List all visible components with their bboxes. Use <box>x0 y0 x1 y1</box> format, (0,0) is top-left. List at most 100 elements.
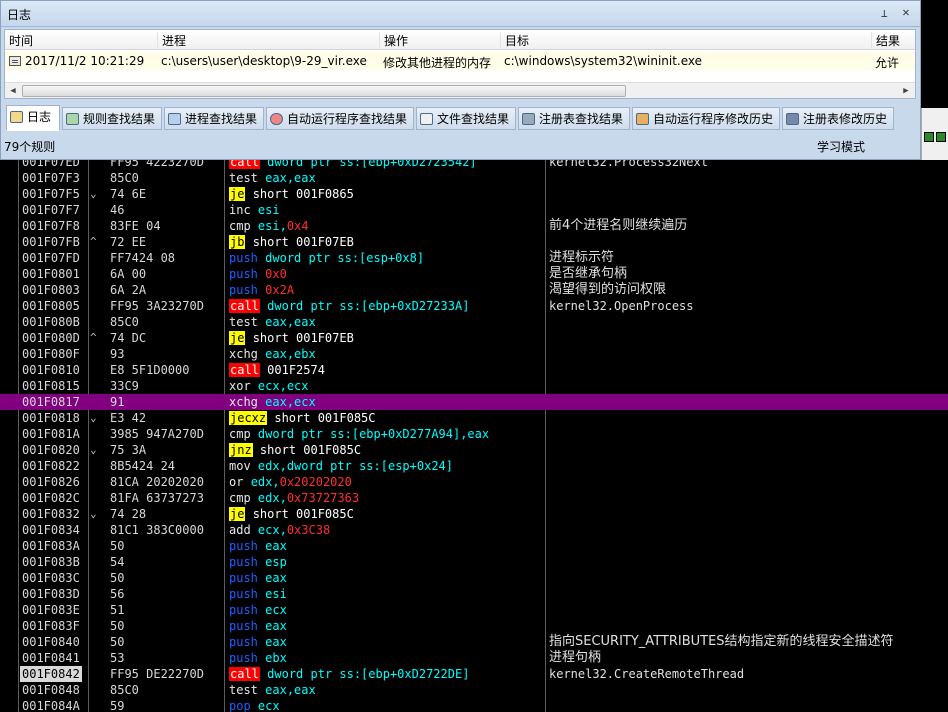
disasm-row[interactable]: 001F080B 85C0 test eax,eax <box>0 314 948 330</box>
disasm-row[interactable]: 001F07F3 85C0 test eax,eax <box>0 170 948 186</box>
scrollbar-thumb[interactable] <box>22 85 626 97</box>
tab-autorun-results[interactable]: 自动运行程序查找结果 <box>266 107 414 130</box>
column-header-time[interactable]: 时间 <box>5 32 33 48</box>
instruction-address: 001F07FB <box>22 235 80 249</box>
disasm-row[interactable]: 001F07FD FF7424 08 push dword ptr ss:[esp+… <box>0 250 948 266</box>
disasm-row[interactable]: 001F0801 6A 00 push 0x0 是否继承句柄 <box>0 266 948 282</box>
file-icon <box>420 113 433 125</box>
disasm-row[interactable]: 001F083A 50 push eax <box>0 538 948 554</box>
tab-label: 文件查找结果 <box>437 112 510 126</box>
log-row[interactable]: 2017/11/2 10:21:29 c:\users\user\desktop… <box>5 52 915 70</box>
disasm-row[interactable]: 001F07F5 ⌄ 74 6E je short 001F0865 <box>0 186 948 202</box>
instruction-address: 001F0832 <box>22 507 80 521</box>
scroll-left-icon[interactable]: ◀ <box>5 83 21 99</box>
disasm-row[interactable]: 001F0832 ⌄ 74 28 je short 001F085C <box>0 506 948 522</box>
log-window-titlebar[interactable]: 日志 ⊥ ✕ <box>1 1 920 27</box>
operands: edx,dword ptr ss:[esp+0x24] <box>258 459 453 473</box>
opcode-bytes: 3985 947A270D <box>110 427 204 441</box>
opcode-bytes: 59 <box>110 699 125 712</box>
tab-process-results[interactable]: 进程查找结果 <box>164 107 264 130</box>
column-header-process[interactable]: 进程 <box>157 32 186 48</box>
disasm-row[interactable]: 001F080D ^ 74 DC je short 001F07EB <box>0 330 948 346</box>
disasm-row[interactable]: 001F0842 FF95 DE22270D call dword ptr ss:[… <box>0 666 948 682</box>
mnemonic: xchg <box>229 347 258 361</box>
pin-icon[interactable]: ⊥ <box>881 7 888 20</box>
mnemonic: call <box>229 667 260 681</box>
registry-icon <box>522 113 535 125</box>
disasm-row[interactable]: 001F0840 50 push eax 指向SECURITY_ATTRIBUTES结… <box>0 634 948 650</box>
horizontal-scrollbar[interactable]: ◀ ▶ <box>5 82 915 98</box>
operand-text: short 001F085C <box>274 411 376 425</box>
operand-text: dword ptr ss:[ebp+0xD277A94],eax <box>257 427 490 441</box>
disasm-row[interactable]: 001F080F 93 xchg eax,ebx <box>0 346 948 362</box>
column-header-operation[interactable]: 操作 <box>379 32 408 48</box>
disasm-row[interactable]: 001F0818 ⌄ E3 42 jecxz short 001F085C <box>0 410 948 426</box>
operands: 001F2574 <box>267 363 325 377</box>
operands: dword ptr ss:[esp+0x8] <box>265 251 424 265</box>
instruction: cmp esi,0x4 <box>229 218 309 234</box>
disasm-row[interactable]: 001F0820 ⌄ 75 3A jnz short 001F085C <box>0 442 948 458</box>
operands: esi <box>265 587 287 601</box>
scroll-right-icon[interactable]: ▶ <box>898 83 914 99</box>
column-header-result[interactable]: 结果 <box>871 32 900 48</box>
mode-label: 学习模式 <box>817 140 866 154</box>
disasm-row[interactable]: 001F0803 6A 2A push 0x2A 渴望得到的访问权限 <box>0 282 948 298</box>
tab-autorun-history[interactable]: 自动运行程序修改历史 <box>632 107 780 130</box>
log-list[interactable]: 时间 进程 操作 目标 结果 2017/11/2 10:21:29 c:\use… <box>4 29 916 99</box>
disasm-row[interactable]: 001F07F7 46 inc esi <box>0 202 948 218</box>
instruction: call 001F2574 <box>229 362 325 378</box>
close-icon[interactable]: ✕ <box>899 5 913 19</box>
disasm-row[interactable]: 001F0810 E8 5F1D0000 call 001F2574 <box>0 362 948 378</box>
operands: edx,0x73727363 <box>258 491 359 505</box>
mnemonic: push <box>229 619 258 633</box>
disasm-row[interactable]: 001F083B 54 push esp <box>0 554 948 570</box>
disasm-row[interactable]: 001F07FB ^ 72 EE jb short 001F07EB <box>0 234 948 250</box>
instruction-address: 001F0803 <box>22 283 80 297</box>
background-panel <box>921 0 948 108</box>
instruction-address: 001F0834 <box>22 523 80 537</box>
tab-rule-results[interactable]: 规则查找结果 <box>62 107 162 130</box>
disasm-row[interactable]: 001F082C 81FA 63737273 cmp edx,0x73727363 <box>0 490 948 506</box>
disasm-row[interactable]: 001F083C 50 push eax <box>0 570 948 586</box>
operand-text: eax,ebx <box>265 347 316 361</box>
disasm-row[interactable]: 001F083D 56 push esi <box>0 586 948 602</box>
disasm-row[interactable]: 001F0841 53 push ebx 进程句柄 <box>0 650 948 666</box>
disasm-row[interactable]: 001F081A 3985 947A270D cmp dword ptr ss:[e… <box>0 426 948 442</box>
tab-label: 注册表查找结果 <box>539 112 624 126</box>
instruction-address: 001F0822 <box>22 459 80 473</box>
opcode-bytes: 50 <box>110 539 125 553</box>
instruction: je short 001F07EB <box>229 330 354 346</box>
operand-text: esi, <box>257 219 287 233</box>
opcode-bytes: 33C9 <box>110 379 139 393</box>
disasm-row[interactable]: 001F0817 91 xchg eax,ecx <box>0 394 948 410</box>
operand-immediate: 0x73727363 <box>286 491 360 505</box>
disasm-row[interactable]: 001F083F 50 push eax <box>0 618 948 634</box>
column-header-target[interactable]: 目标 <box>500 32 529 48</box>
disasm-row[interactable]: 001F0815 33C9 xor ecx,ecx <box>0 378 948 394</box>
disasm-row[interactable]: 001F0822 8B5424 24 mov edx,dword ptr ss:[e… <box>0 458 948 474</box>
disasm-row[interactable]: 001F07F8 83FE 04 cmp esi,0x4 前4个进程名则继续遍历 <box>0 218 948 234</box>
instruction-address: 001F083C <box>22 571 80 585</box>
instruction: or edx,0x20202020 <box>229 474 352 490</box>
operand-text: eax,ecx <box>265 395 316 409</box>
operands: ecx,ecx <box>258 379 309 393</box>
log-window-title: 日志 <box>7 8 32 22</box>
operand-text: short 001F085C <box>252 507 354 521</box>
mnemonic: jnz <box>229 443 253 457</box>
disasm-row[interactable]: 001F0848 85C0 test eax,eax <box>0 682 948 698</box>
disasm-row[interactable]: 001F0826 81CA 20202020 or edx,0x20202020 <box>0 474 948 490</box>
mnemonic: push <box>229 539 258 553</box>
toolbar-icon <box>924 132 934 142</box>
disasm-row[interactable]: 001F084A 59 pop ecx <box>0 698 948 712</box>
disasm-row[interactable]: 001F0834 81C1 383C0000 add ecx,0x3C38 <box>0 522 948 538</box>
tab-registry-results[interactable]: 注册表查找结果 <box>518 107 630 130</box>
mnemonic: push <box>229 251 258 265</box>
disasm-row[interactable]: 001F083E 51 push ecx <box>0 602 948 618</box>
tab-registry-history[interactable]: 注册表修改历史 <box>782 107 894 130</box>
tab-log[interactable]: 日志 <box>6 105 60 131</box>
mnemonic: push <box>229 651 258 665</box>
tab-file-results[interactable]: 文件查找结果 <box>416 107 516 130</box>
operands: short 001F085C <box>260 443 361 457</box>
disasm-row[interactable]: 001F0805 FF95 3A23270D call dword ptr ss:[… <box>0 298 948 314</box>
operand-text: short 001F07EB <box>252 235 354 249</box>
